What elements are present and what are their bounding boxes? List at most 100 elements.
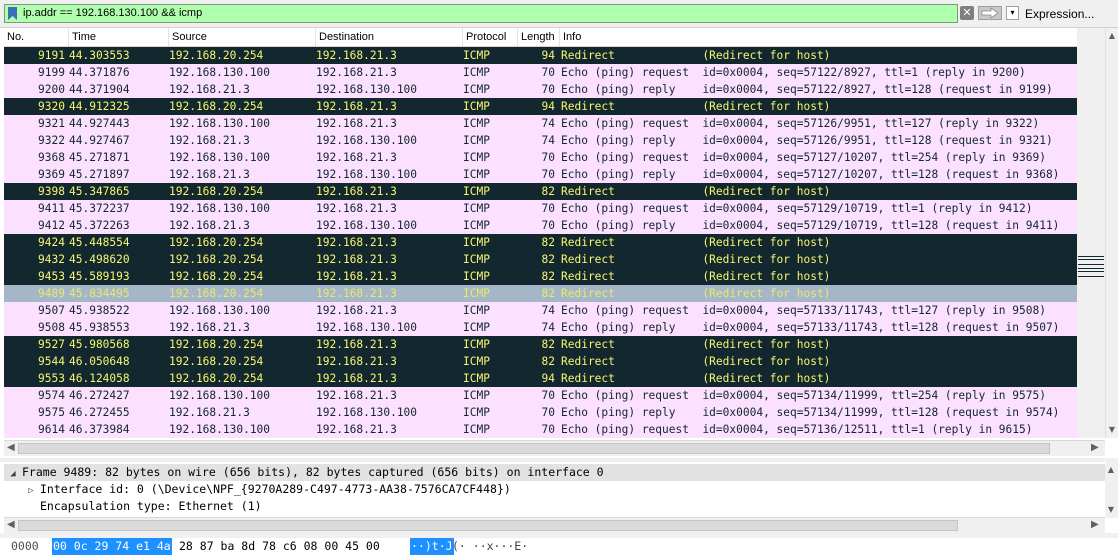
expanded-arrow-icon[interactable]: ◢ [4, 466, 22, 483]
packet-source: 192.168.20.254 [169, 253, 264, 266]
packet-row[interactable]: 9574 46.272427 192.168.130.100 192.168.21.3… [4, 387, 1078, 404]
packet-row[interactable]: 9424 45.448554 192.168.20.254 192.168.21.3 I… [4, 234, 1078, 251]
packet-minimap[interactable] [1077, 28, 1105, 438]
packet-row[interactable]: 9191 44.303553 192.168.20.254 192.168.21.3 I… [4, 47, 1078, 64]
packet-row[interactable]: 9411 45.372237 192.168.130.100 192.168.21.3… [4, 200, 1078, 217]
packet-destination: 192.168.21.3 [316, 389, 397, 402]
packet-bytes-pane: 0000 00 0c 29 74 e1 4a 28 87 ba 8d 78 c6… [4, 538, 1118, 555]
scrollbar-thumb[interactable] [18, 443, 1050, 454]
packet-row[interactable]: 9322 44.927467 192.168.21.3 192.168.130.100… [4, 132, 1078, 149]
hex-bytes[interactable]: 28 87 ba 8d 78 c6 08 00 45 00 [179, 538, 380, 555]
packet-protocol: ICMP [463, 185, 490, 198]
column-header-length[interactable]: Length [518, 28, 560, 46]
expression-button[interactable]: Expression... [1025, 7, 1094, 21]
details-vertical-scrollbar[interactable]: ▲ ▼ [1105, 462, 1118, 518]
packet-length: 82 [541, 185, 555, 198]
packet-destination: 192.168.21.3 [316, 185, 397, 198]
packet-row[interactable]: 9412 45.372263 192.168.21.3 192.168.130.100… [4, 217, 1078, 234]
packet-info: Echo (ping) request id=0x0004, seq=57136… [561, 423, 1033, 436]
column-header-destination[interactable]: Destination [316, 28, 463, 46]
detail-frame-line[interactable]: ◢ Frame 9489: 82 bytes on wire (656 bits)… [4, 464, 1105, 481]
scroll-right-arrow-icon[interactable]: ▶ [1091, 442, 1099, 453]
packet-row[interactable]: 9321 44.927443 192.168.130.100 192.168.21.3… [4, 115, 1078, 132]
column-header-protocol[interactable]: Protocol [463, 28, 518, 46]
detail-encapsulation-line[interactable]: Encapsulation type: Ethernet (1) [40, 498, 262, 515]
packet-length: 70 [541, 423, 555, 436]
packet-source: 192.168.21.3 [169, 321, 250, 334]
packet-no: 9424 [38, 236, 65, 249]
packet-destination: 192.168.21.3 [316, 66, 397, 79]
clear-filter-icon[interactable]: ✕ [960, 6, 974, 20]
packet-source: 192.168.130.100 [169, 389, 271, 402]
packet-time: 44.371876 [69, 66, 130, 79]
packet-row[interactable]: 9575 46.272455 192.168.21.3 192.168.130.100… [4, 404, 1078, 421]
packet-row[interactable]: 9489 45.834495 192.168.20.254 192.168.21.3 I… [4, 285, 1078, 302]
packet-info: Redirect (Redirect for host) [561, 270, 831, 283]
packet-no: 9527 [38, 338, 65, 351]
byte-offset: 0000 [11, 539, 39, 553]
packet-source: 192.168.130.100 [169, 202, 271, 215]
packet-row[interactable]: 9544 46.050648 192.168.20.254 192.168.21.3 I… [4, 353, 1078, 370]
scroll-left-arrow-icon[interactable]: ◀ [7, 519, 15, 530]
scroll-up-arrow-icon[interactable]: ▲ [1105, 464, 1117, 476]
column-header-no[interactable]: No. [4, 28, 69, 46]
packet-row[interactable]: 9320 44.912325 192.168.20.254 192.168.21.3 I… [4, 98, 1078, 115]
packet-length: 70 [541, 389, 555, 402]
packet-row[interactable]: 9508 45.938553 192.168.21.3 192.168.130.100… [4, 319, 1078, 336]
packet-no: 9199 [38, 66, 65, 79]
packet-row[interactable]: 9527 45.980568 192.168.20.254 192.168.21.3 I… [4, 336, 1078, 353]
packet-row[interactable]: 9507 45.938522 192.168.130.100 192.168.21.3… [4, 302, 1078, 319]
packet-time: 45.498620 [69, 253, 130, 266]
packet-length: 70 [541, 219, 555, 232]
recent-filters-dropdown[interactable]: ▾ [1006, 6, 1019, 20]
packet-row[interactable]: 9553 46.124058 192.168.20.254 192.168.21.3 I… [4, 370, 1078, 387]
packet-row[interactable]: 9368 45.271871 192.168.130.100 192.168.21.3… [4, 149, 1078, 166]
packet-no: 9432 [38, 253, 65, 266]
display-filter-input[interactable]: ip.addr == 192.168.130.100 && icmp [4, 4, 958, 23]
packet-length: 82 [541, 355, 555, 368]
packet-info: Echo (ping) reply id=0x0004, seq=57126/9… [561, 134, 1053, 147]
packet-info: Echo (ping) reply id=0x0004, seq=57129/1… [561, 219, 1060, 232]
apply-filter-button[interactable] [978, 6, 1002, 20]
detail-interface-line[interactable]: ▷ Interface id: 0 (\Device\NPF_{9270A289-… [22, 481, 511, 498]
packet-row[interactable]: 9614 46.373984 192.168.130.100 192.168.21.3… [4, 421, 1078, 438]
packet-no: 9553 [38, 372, 65, 385]
collapsed-arrow-icon[interactable]: ▷ [22, 483, 40, 500]
bookmark-icon[interactable] [8, 7, 17, 20]
packet-info: Echo (ping) request id=0x0004, seq=57134… [561, 389, 1046, 402]
packet-row[interactable]: 9199 44.371876 192.168.130.100 192.168.21.3… [4, 64, 1078, 81]
scroll-down-arrow-icon[interactable]: ▼ [1106, 424, 1118, 436]
packet-length: 74 [541, 321, 555, 334]
details-horizontal-scrollbar[interactable]: ◀ ▶ [4, 517, 1105, 533]
packet-row[interactable]: 9200 44.371904 192.168.21.3 192.168.130.100… [4, 81, 1078, 98]
packet-length: 70 [541, 151, 555, 164]
scroll-down-arrow-icon[interactable]: ▼ [1105, 504, 1117, 516]
column-header-info[interactable]: Info [560, 28, 1105, 46]
scroll-left-arrow-icon[interactable]: ◀ [7, 442, 15, 453]
packet-destination: 192.168.21.3 [316, 253, 397, 266]
packet-row[interactable]: 9453 45.589193 192.168.20.254 192.168.21.3 I… [4, 268, 1078, 285]
scroll-up-arrow-icon[interactable]: ▲ [1106, 30, 1118, 42]
scrollbar-thumb[interactable] [18, 520, 958, 531]
packet-no: 9507 [38, 304, 65, 317]
packet-row[interactable]: 9398 45.347865 192.168.20.254 192.168.21.3 I… [4, 183, 1078, 200]
packet-source: 192.168.21.3 [169, 83, 250, 96]
packet-row[interactable]: 9432 45.498620 192.168.20.254 192.168.21.3 I… [4, 251, 1078, 268]
packet-info: Redirect (Redirect for host) [561, 236, 831, 249]
packet-list-horizontal-scrollbar[interactable]: ◀ ▶ [4, 440, 1105, 456]
scroll-right-arrow-icon[interactable]: ▶ [1091, 519, 1099, 530]
hex-bytes-highlighted[interactable]: 00 0c 29 74 e1 4a [52, 538, 172, 555]
ascii-bytes[interactable]: (· ··x···E· [452, 538, 528, 555]
ascii-bytes-highlighted[interactable]: ··)t·J [410, 538, 454, 555]
packet-source: 192.168.21.3 [169, 406, 250, 419]
column-header-time[interactable]: Time [69, 28, 169, 46]
column-header-source[interactable]: Source [169, 28, 316, 46]
detail-frame-text: Frame 9489: 82 bytes on wire (656 bits),… [22, 465, 604, 479]
packet-row[interactable]: 9369 45.271897 192.168.21.3 192.168.130.100… [4, 166, 1078, 183]
packet-no: 9191 [38, 49, 65, 62]
packet-no: 9321 [38, 117, 65, 130]
packet-source: 192.168.130.100 [169, 423, 271, 436]
packet-time: 46.272455 [69, 406, 130, 419]
packet-time: 45.347865 [69, 185, 130, 198]
packet-list-vertical-scrollbar[interactable]: ▲ ▼ [1105, 28, 1118, 438]
